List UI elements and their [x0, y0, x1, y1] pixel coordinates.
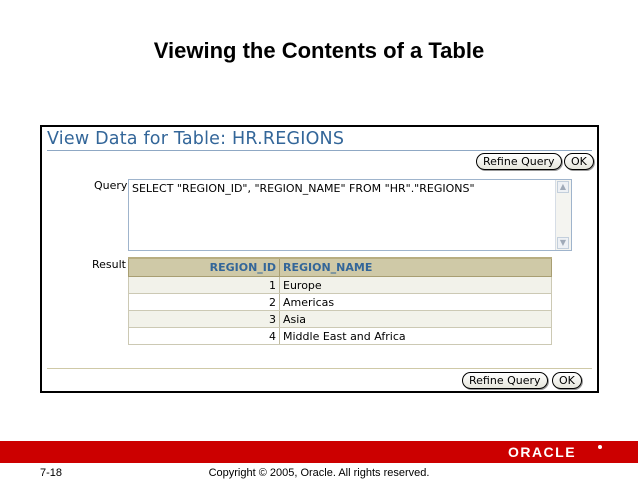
- table-row: 2 Americas: [128, 293, 552, 311]
- result-header-row: REGION_ID REGION_NAME: [128, 257, 552, 277]
- scroll-down-icon[interactable]: ▼: [557, 237, 569, 249]
- slide-title: Viewing the Contents of a Table: [153, 38, 485, 63]
- region-name-cell: Middle East and Africa: [279, 327, 552, 345]
- table-row: 4 Middle East and Africa: [128, 327, 552, 345]
- region-name-cell: Europe: [279, 276, 552, 294]
- ok-button-top[interactable]: OK: [564, 153, 594, 170]
- region-name-cell: Americas: [279, 293, 552, 311]
- table-row: 3 Asia: [128, 310, 552, 328]
- region-id-cell: 3: [128, 310, 280, 328]
- ok-button-bottom[interactable]: OK: [552, 372, 582, 389]
- bottom-divider: [47, 368, 592, 369]
- refine-query-button-bottom[interactable]: Refine Query: [462, 372, 548, 389]
- query-textarea[interactable]: SELECT "REGION_ID", "REGION_NAME" FROM "…: [128, 179, 572, 251]
- column-header-region-name[interactable]: REGION_NAME: [279, 257, 552, 277]
- query-scrollbar[interactable]: ▲ ▼: [555, 180, 571, 250]
- view-data-panel: View Data for Table: HR.REGIONS Refine Q…: [40, 125, 599, 393]
- region-id-cell: 2: [128, 293, 280, 311]
- scroll-up-icon[interactable]: ▲: [557, 181, 569, 193]
- panel-title: View Data for Table: HR.REGIONS: [47, 129, 345, 149]
- region-id-cell: 1: [128, 276, 280, 294]
- title-divider: [47, 150, 592, 151]
- result-table: REGION_ID REGION_NAME 1 Europe 2 America…: [128, 257, 552, 345]
- trademark-dot: [598, 445, 602, 449]
- query-label: Query: [94, 179, 128, 192]
- table-row: 1 Europe: [128, 276, 552, 294]
- copyright-notice: Copyright © 2005, Oracle. All rights res…: [208, 467, 430, 479]
- region-id-cell: 4: [128, 327, 280, 345]
- refine-query-button-top[interactable]: Refine Query: [476, 153, 562, 170]
- oracle-logo: ORACLE: [507, 444, 577, 460]
- region-name-cell: Asia: [279, 310, 552, 328]
- column-header-region-id[interactable]: REGION_ID: [128, 257, 280, 277]
- result-label: Result: [92, 258, 126, 271]
- query-text: SELECT "REGION_ID", "REGION_NAME" FROM "…: [132, 182, 475, 195]
